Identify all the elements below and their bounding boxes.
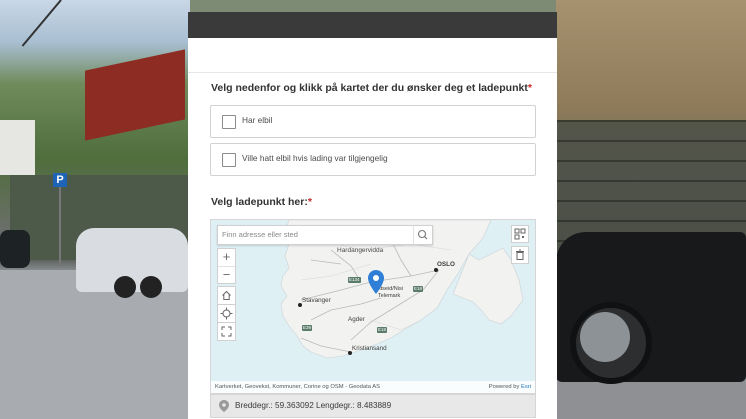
map-label-oslo: OSLO xyxy=(437,261,455,268)
map-pin-icon[interactable] xyxy=(368,270,384,299)
question-location-label: Velg ladepunkt her:* xyxy=(211,196,312,208)
required-marker: * xyxy=(527,82,532,94)
map-label-stavanger: Stavanger xyxy=(302,297,331,304)
map-search-placeholder: Finn adresse eller sted xyxy=(222,230,298,239)
background-photo-right xyxy=(556,0,746,419)
checkbox-would-have-ev[interactable] xyxy=(222,153,236,167)
map-label-hardangervidda: Hardangervidda xyxy=(337,247,384,254)
road-shield: E39 xyxy=(302,325,313,331)
road-shield: E18 xyxy=(377,327,388,333)
zoom-control: + − xyxy=(217,248,236,284)
background-photo-left: P xyxy=(0,0,190,419)
coordinates-text: Breddegr.: 59.363092 Lengdegr.: 8.483889 xyxy=(235,401,392,410)
search-icon[interactable] xyxy=(413,226,432,244)
zoom-in-button[interactable]: + xyxy=(218,249,235,267)
trash-icon[interactable] xyxy=(511,246,529,264)
attribution-text: Kartverket, Geovekst, Kommuner, Corine o… xyxy=(215,384,380,390)
powered-by: Powered by Esri xyxy=(489,384,531,390)
home-icon[interactable] xyxy=(217,286,236,305)
map-view[interactable]: Finn adresse eller sted + − Hardangervid… xyxy=(210,219,536,394)
locate-icon[interactable] xyxy=(217,304,236,323)
powered-by-label: Powered by xyxy=(488,384,520,390)
road-shield: E18 xyxy=(413,286,424,292)
zoom-out-button[interactable]: − xyxy=(218,267,235,284)
map-attribution: Kartverket, Geovekst, Kommuner, Corine o… xyxy=(211,381,535,393)
map-label-agder: Agder xyxy=(348,316,365,323)
fullscreen-icon[interactable] xyxy=(217,322,236,341)
esri-link[interactable]: Esri xyxy=(521,384,531,390)
coordinates-bar: Breddegr.: 59.363092 Lengdegr.: 8.483889 xyxy=(210,394,536,418)
option-would-have-ev-label: Ville hatt elbil hvis lading var tilgjen… xyxy=(242,153,388,163)
survey-form-card: Velg nedenfor og klikk på kartet der du … xyxy=(188,12,557,419)
option-would-have-ev[interactable]: Ville hatt elbil hvis lading var tilgjen… xyxy=(210,143,536,176)
map-land xyxy=(280,220,524,359)
location-marker-icon xyxy=(219,400,229,414)
oslo-marker xyxy=(434,268,438,272)
qr-icon[interactable] xyxy=(511,225,529,243)
option-has-ev-label: Har elbil xyxy=(242,115,273,125)
map-label-kristiansand: Kristiansand xyxy=(352,345,387,352)
divider xyxy=(188,72,557,73)
option-has-ev[interactable]: Har elbil xyxy=(210,105,536,138)
checkbox-has-ev[interactable] xyxy=(222,115,236,129)
road-shield: E134 xyxy=(348,277,361,283)
question-ev-label: Velg nedenfor og klikk på kartet der du … xyxy=(211,82,532,94)
form-header-bar xyxy=(188,12,557,38)
required-marker: * xyxy=(307,196,312,208)
map-search-box[interactable]: Finn adresse eller sted xyxy=(217,225,433,245)
